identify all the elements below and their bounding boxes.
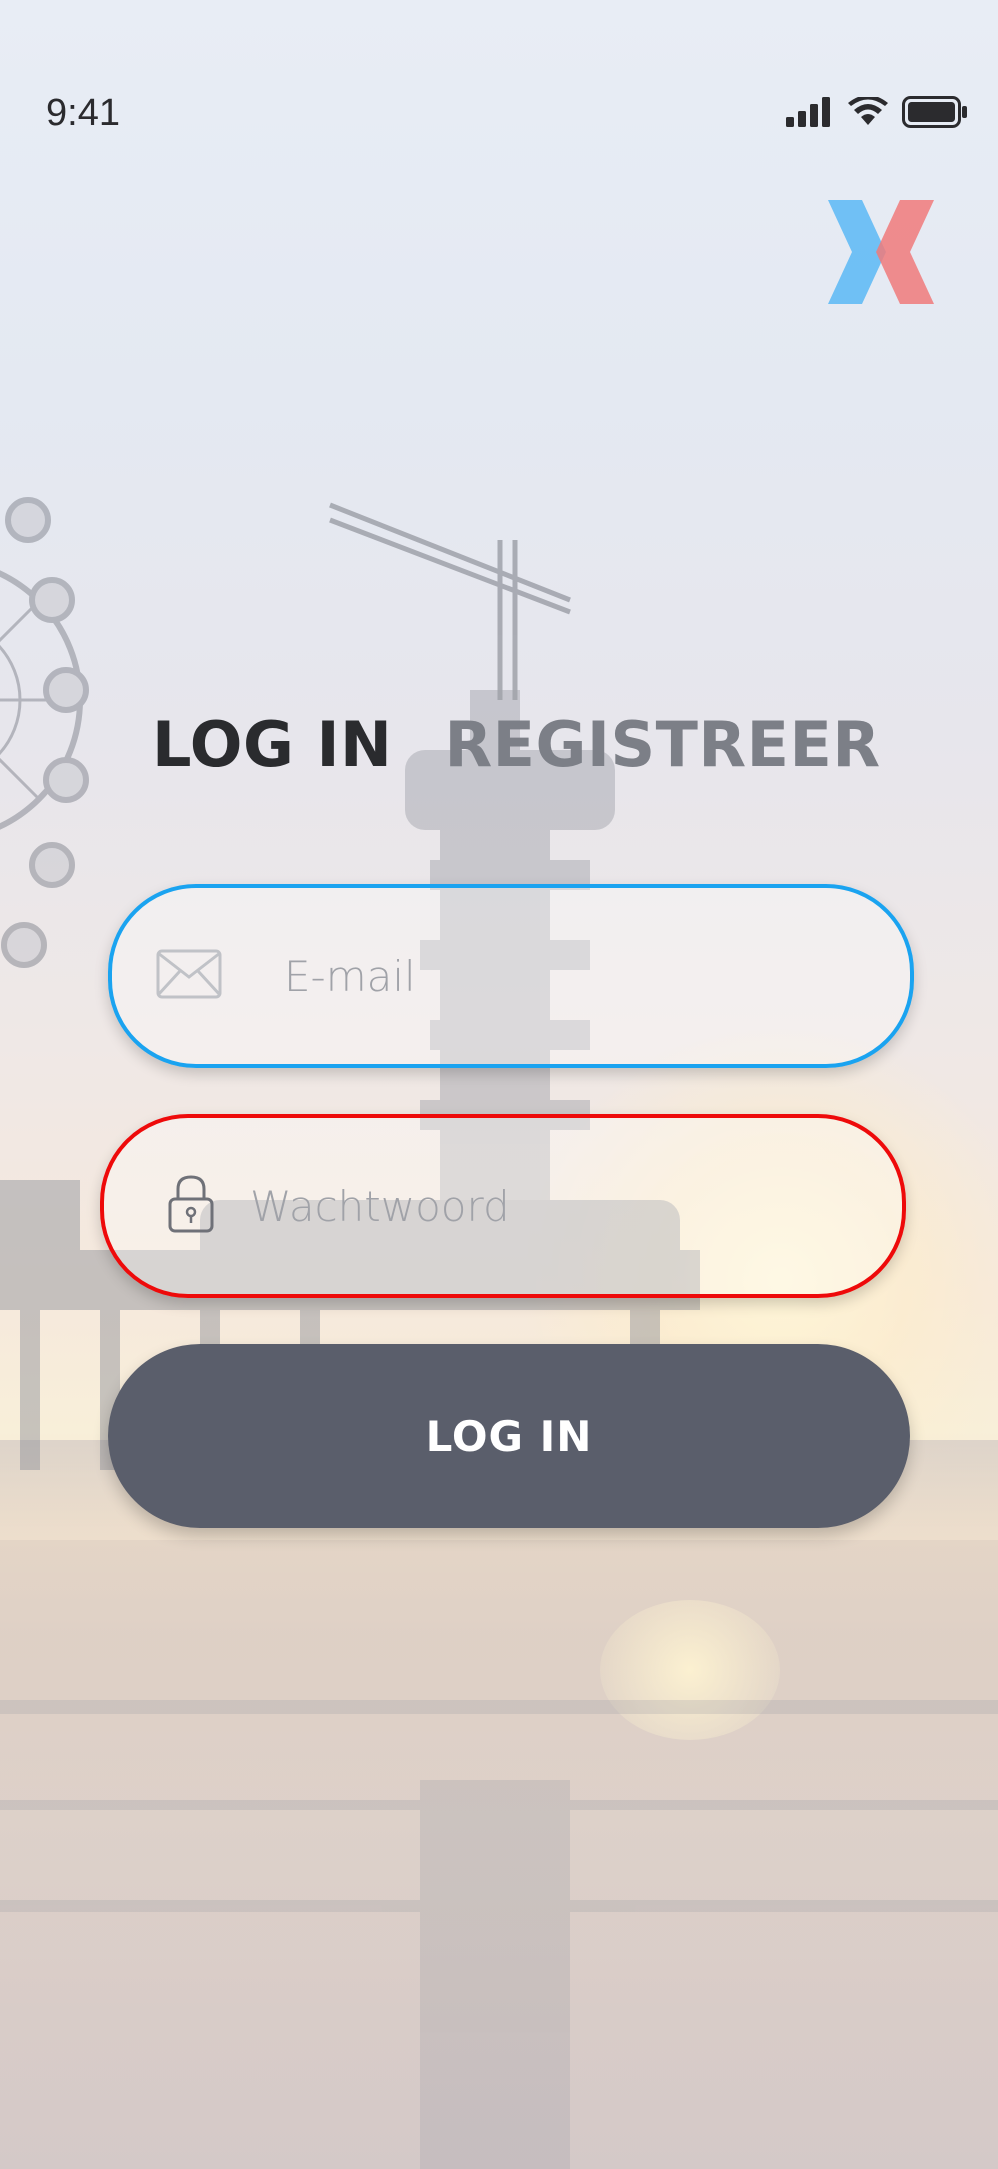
water-reflection: [0, 1700, 998, 2169]
log-in-button[interactable]: LOG IN: [108, 1344, 910, 1528]
ferris-wheel: [0, 497, 89, 968]
cellular-signal-icon: [786, 97, 834, 131]
tab-log-in[interactable]: LOG IN: [152, 708, 392, 781]
password-input[interactable]: [250, 1118, 840, 1294]
tab-registreer[interactable]: REGISTREER: [444, 708, 880, 781]
crane: [329, 502, 571, 700]
email-field[interactable]: [108, 884, 914, 1068]
envelope-icon: [156, 949, 222, 1003]
background-photo-scenery: [0, 497, 998, 2169]
battery-icon: [902, 96, 968, 132]
login-screen: 9:41 LOG IN REGISTREER E-mail LOG IN: [0, 0, 998, 2169]
email-input[interactable]: [284, 888, 844, 1064]
status-icons: [786, 95, 968, 132]
password-field[interactable]: [100, 1114, 906, 1298]
auth-tabs: LOG IN REGISTREER: [152, 708, 881, 781]
wifi-icon: [848, 95, 888, 131]
x-logo-icon: [828, 200, 934, 308]
status-time: 9:41: [46, 92, 120, 134]
padlock-icon: [168, 1175, 214, 1237]
